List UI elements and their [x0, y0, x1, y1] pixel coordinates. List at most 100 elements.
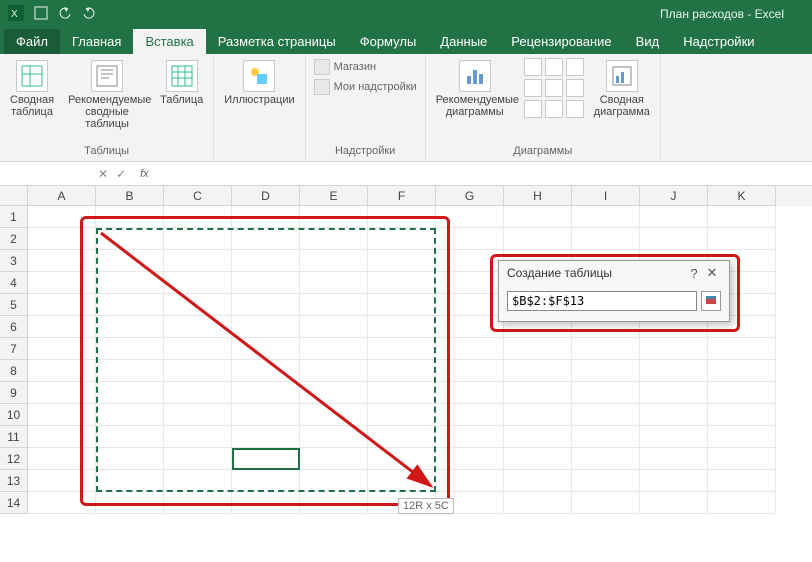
cell[interactable] — [232, 360, 300, 382]
cell[interactable] — [504, 360, 572, 382]
cancel-icon[interactable]: ✕ — [98, 167, 108, 181]
cell[interactable] — [300, 404, 368, 426]
cell[interactable] — [232, 294, 300, 316]
enter-icon[interactable]: ✓ — [116, 167, 126, 181]
cell[interactable] — [504, 492, 572, 514]
cell[interactable] — [708, 470, 776, 492]
cell[interactable] — [232, 404, 300, 426]
cell[interactable] — [368, 316, 436, 338]
cell[interactable] — [572, 228, 640, 250]
cell[interactable] — [436, 228, 504, 250]
cell[interactable] — [436, 316, 504, 338]
cell[interactable] — [96, 360, 164, 382]
cell[interactable] — [164, 338, 232, 360]
column-header[interactable]: H — [504, 186, 572, 206]
cell[interactable] — [436, 404, 504, 426]
cell[interactable] — [368, 272, 436, 294]
cell[interactable] — [300, 426, 368, 448]
chart-type-icon[interactable] — [545, 100, 563, 118]
cell[interactable] — [572, 206, 640, 228]
cell[interactable] — [504, 404, 572, 426]
cell[interactable] — [436, 206, 504, 228]
cell[interactable] — [368, 426, 436, 448]
row-header[interactable]: 13 — [0, 470, 28, 492]
cell[interactable] — [96, 316, 164, 338]
column-header[interactable]: E — [300, 186, 368, 206]
row-header[interactable]: 1 — [0, 206, 28, 228]
row-header[interactable]: 8 — [0, 360, 28, 382]
cell[interactable] — [572, 470, 640, 492]
cell[interactable] — [436, 448, 504, 470]
cell[interactable] — [368, 338, 436, 360]
cell[interactable] — [708, 228, 776, 250]
cell[interactable] — [504, 228, 572, 250]
row-header[interactable]: 4 — [0, 272, 28, 294]
cell[interactable] — [572, 338, 640, 360]
cell[interactable] — [504, 426, 572, 448]
cell[interactable] — [640, 360, 708, 382]
cell[interactable] — [368, 470, 436, 492]
cell[interactable] — [368, 228, 436, 250]
chart-type-icon[interactable] — [566, 79, 584, 97]
cell[interactable] — [708, 404, 776, 426]
cell[interactable] — [300, 382, 368, 404]
cell[interactable] — [436, 470, 504, 492]
undo-icon[interactable] — [58, 6, 72, 23]
cell[interactable] — [504, 448, 572, 470]
cell[interactable] — [232, 250, 300, 272]
cell[interactable] — [436, 426, 504, 448]
cell[interactable] — [708, 448, 776, 470]
cell[interactable] — [572, 448, 640, 470]
cell[interactable] — [96, 448, 164, 470]
cell[interactable] — [28, 338, 96, 360]
cell[interactable] — [300, 272, 368, 294]
cell[interactable] — [96, 382, 164, 404]
cell[interactable] — [164, 404, 232, 426]
illustrations-button[interactable]: Иллюстрации — [220, 58, 298, 108]
cell[interactable] — [96, 250, 164, 272]
cell[interactable] — [640, 470, 708, 492]
cell[interactable] — [640, 492, 708, 514]
cell[interactable] — [232, 206, 300, 228]
cell[interactable] — [300, 228, 368, 250]
cell[interactable] — [572, 426, 640, 448]
row-header[interactable]: 3 — [0, 250, 28, 272]
cell[interactable] — [572, 360, 640, 382]
chart-type-icon[interactable] — [524, 100, 542, 118]
cell[interactable] — [232, 426, 300, 448]
column-header[interactable]: J — [640, 186, 708, 206]
cell[interactable] — [96, 470, 164, 492]
cell[interactable] — [96, 338, 164, 360]
cell[interactable] — [164, 382, 232, 404]
cell[interactable] — [368, 250, 436, 272]
cell[interactable] — [300, 338, 368, 360]
cell[interactable] — [504, 206, 572, 228]
cell[interactable] — [28, 228, 96, 250]
cell[interactable] — [300, 492, 368, 514]
cell[interactable] — [164, 360, 232, 382]
cell[interactable] — [368, 206, 436, 228]
column-header[interactable]: B — [96, 186, 164, 206]
cell[interactable] — [708, 426, 776, 448]
cell[interactable] — [504, 382, 572, 404]
cell[interactable] — [708, 492, 776, 514]
chart-type-icon[interactable] — [524, 79, 542, 97]
cell[interactable] — [436, 360, 504, 382]
cell[interactable] — [28, 426, 96, 448]
recommended-pivot-button[interactable]: Рекомендуемые сводные таблицы — [64, 58, 150, 132]
row-header[interactable]: 14 — [0, 492, 28, 514]
row-header[interactable]: 6 — [0, 316, 28, 338]
fx-label[interactable]: fx — [134, 168, 149, 180]
cell[interactable] — [640, 382, 708, 404]
tab-addins[interactable]: Надстройки — [671, 29, 766, 54]
redo-icon[interactable] — [82, 6, 96, 23]
chart-type-icon[interactable] — [545, 58, 563, 76]
tab-formulas[interactable]: Формулы — [348, 29, 429, 54]
save-icon[interactable] — [34, 6, 48, 23]
cell[interactable] — [436, 250, 504, 272]
cell[interactable] — [368, 294, 436, 316]
cell[interactable] — [28, 294, 96, 316]
column-header[interactable]: A — [28, 186, 96, 206]
chart-type-icon[interactable] — [545, 79, 563, 97]
cell[interactable] — [28, 272, 96, 294]
